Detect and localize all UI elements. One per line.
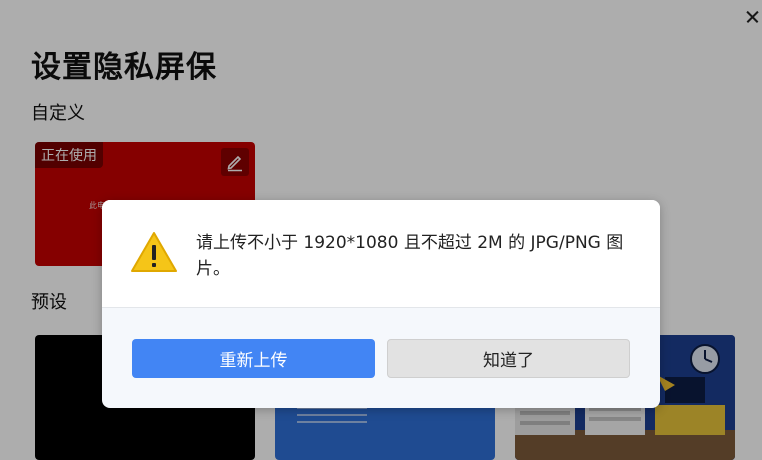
dialog-message: 请上传不小于 1920*1080 且不超过 2M 的 JPG/PNG 图片。 — [196, 233, 624, 279]
reupload-button[interactable]: 重新上传 — [132, 339, 375, 378]
upload-error-dialog: 请上传不小于 1920*1080 且不超过 2M 的 JPG/PNG 图片。 重… — [102, 200, 660, 408]
dialog-message-area: 请上传不小于 1920*1080 且不超过 2M 的 JPG/PNG 图片。 — [102, 200, 660, 308]
warning-icon — [131, 232, 177, 272]
got-it-button[interactable]: 知道了 — [387, 339, 630, 378]
